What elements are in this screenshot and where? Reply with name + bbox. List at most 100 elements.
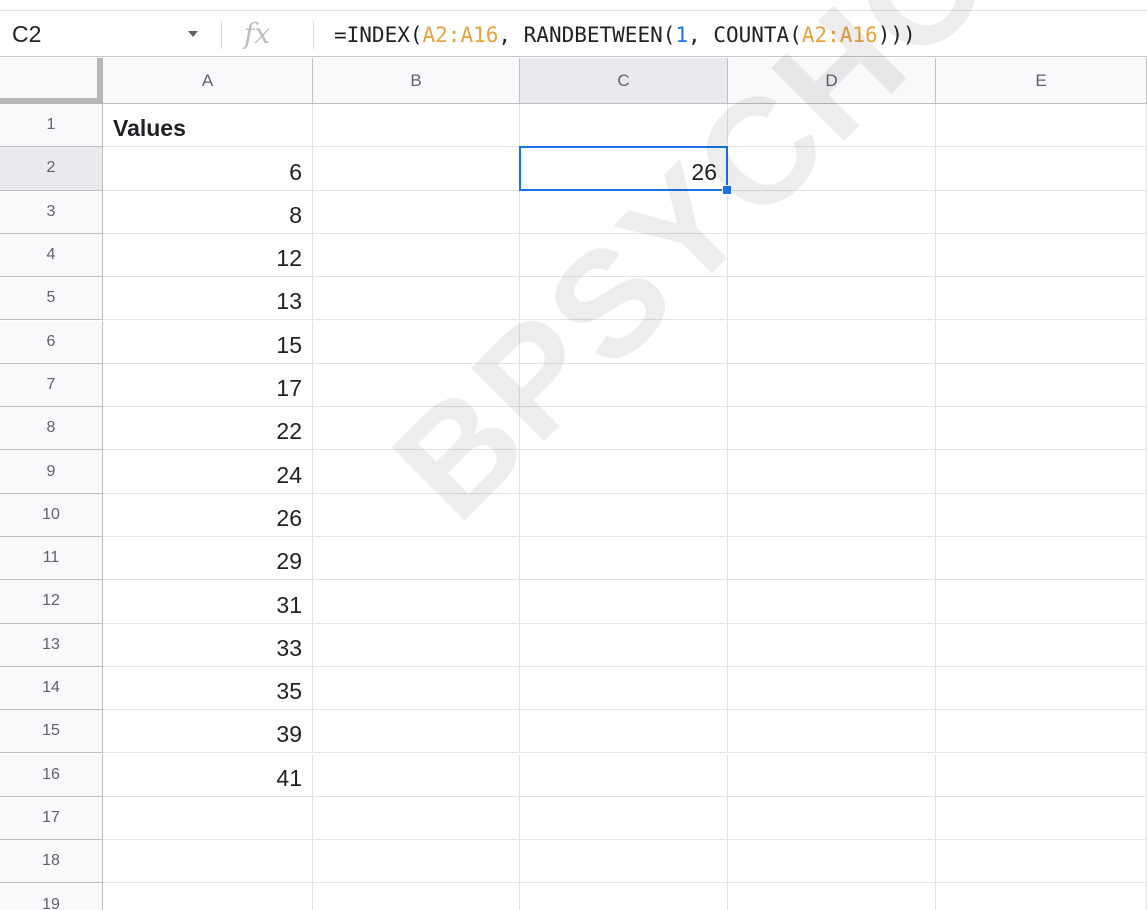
cell-e3[interactable] [936, 190, 1147, 234]
cell-d14[interactable] [728, 666, 936, 711]
cell-d18[interactable] [728, 840, 936, 884]
cell-c9[interactable] [520, 450, 728, 494]
row-header-1[interactable]: 1 [0, 104, 103, 148]
cell-b12[interactable] [313, 580, 520, 624]
row-header-10[interactable]: 10 [0, 493, 103, 537]
cell-b10[interactable] [313, 493, 520, 537]
cell-c18[interactable] [520, 840, 728, 884]
formula-input[interactable]: =INDEX(A2:A16, RANDBETWEEN(1, COUNTA(A2:… [334, 11, 916, 58]
cell-b4[interactable] [313, 233, 520, 278]
cell-a1[interactable]: Values [103, 104, 313, 148]
cell-e9[interactable] [936, 450, 1147, 494]
cell-c4[interactable] [520, 233, 728, 278]
row-header-12[interactable]: 12 [0, 580, 103, 624]
cell-d9[interactable] [728, 450, 936, 494]
fill-handle[interactable] [722, 184, 732, 195]
cell-b16[interactable] [313, 753, 520, 797]
row-header-17[interactable]: 17 [0, 796, 103, 841]
cell-e16[interactable] [936, 753, 1147, 797]
cell-e10[interactable] [936, 493, 1147, 537]
cell-d2[interactable] [728, 147, 936, 191]
cell-a8[interactable]: 22 [103, 407, 313, 451]
cell-a19[interactable] [103, 883, 313, 910]
row-header-4[interactable]: 4 [0, 233, 103, 278]
cell-a11[interactable]: 29 [103, 537, 313, 581]
cell-b13[interactable] [313, 623, 520, 667]
cell-b2[interactable] [313, 147, 520, 191]
cell-e7[interactable] [936, 363, 1147, 408]
cell-e19[interactable] [936, 883, 1147, 910]
cell-d11[interactable] [728, 537, 936, 581]
name-box[interactable]: C2 [12, 11, 192, 58]
cell-a6[interactable]: 15 [103, 320, 313, 364]
cell-b15[interactable] [313, 710, 520, 754]
cell-d12[interactable] [728, 580, 936, 624]
cell-d16[interactable] [728, 753, 936, 797]
cell-a15[interactable]: 39 [103, 710, 313, 754]
cell-d6[interactable] [728, 320, 936, 364]
cell-d13[interactable] [728, 623, 936, 667]
cell-c3[interactable] [520, 190, 728, 234]
cell-e1[interactable] [936, 104, 1147, 148]
chevron-down-icon[interactable] [188, 31, 198, 37]
cell-d8[interactable] [728, 407, 936, 451]
cell-e8[interactable] [936, 407, 1147, 451]
cell-c14[interactable] [520, 666, 728, 711]
cell-d7[interactable] [728, 363, 936, 408]
cell-c5[interactable] [520, 277, 728, 321]
cell-d3[interactable] [728, 190, 936, 234]
row-header-15[interactable]: 15 [0, 710, 103, 754]
cell-d10[interactable] [728, 493, 936, 537]
cell-c8[interactable] [520, 407, 728, 451]
row-header-5[interactable]: 5 [0, 277, 103, 321]
cell-a4[interactable]: 12 [103, 233, 313, 278]
cell-b1[interactable] [313, 104, 520, 148]
cell-e13[interactable] [936, 623, 1147, 667]
cell-a10[interactable]: 26 [103, 493, 313, 537]
cell-e5[interactable] [936, 277, 1147, 321]
cell-a5[interactable]: 13 [103, 277, 313, 321]
cell-c15[interactable] [520, 710, 728, 754]
cell-c2[interactable]: 26 [520, 147, 728, 191]
cell-b6[interactable] [313, 320, 520, 364]
cell-e4[interactable] [936, 233, 1147, 278]
row-header-14[interactable]: 14 [0, 666, 103, 711]
cell-c10[interactable] [520, 493, 728, 537]
row-header-7[interactable]: 7 [0, 363, 103, 408]
cell-e11[interactable] [936, 537, 1147, 581]
cell-e12[interactable] [936, 580, 1147, 624]
column-header-a[interactable]: A [103, 58, 313, 104]
cell-a7[interactable]: 17 [103, 363, 313, 408]
column-header-c[interactable]: C [520, 58, 728, 104]
cell-d5[interactable] [728, 277, 936, 321]
cell-a9[interactable]: 24 [103, 450, 313, 494]
select-all-corner[interactable] [0, 58, 103, 104]
cell-a18[interactable] [103, 840, 313, 884]
cell-b11[interactable] [313, 537, 520, 581]
cell-c19[interactable] [520, 883, 728, 910]
cell-c11[interactable] [520, 537, 728, 581]
column-header-d[interactable]: D [728, 58, 936, 104]
cell-e15[interactable] [936, 710, 1147, 754]
cell-c12[interactable] [520, 580, 728, 624]
row-header-11[interactable]: 11 [0, 537, 103, 581]
column-header-e[interactable]: E [936, 58, 1147, 104]
cell-b8[interactable] [313, 407, 520, 451]
row-header-8[interactable]: 8 [0, 407, 103, 451]
cell-d4[interactable] [728, 233, 936, 278]
cell-d1[interactable] [728, 104, 936, 148]
cell-c16[interactable] [520, 753, 728, 797]
cell-e6[interactable] [936, 320, 1147, 364]
cell-a16[interactable]: 41 [103, 753, 313, 797]
cell-a13[interactable]: 33 [103, 623, 313, 667]
row-header-13[interactable]: 13 [0, 623, 103, 667]
cell-e14[interactable] [936, 666, 1147, 711]
cell-b3[interactable] [313, 190, 520, 234]
cell-a17[interactable] [103, 796, 313, 841]
row-header-6[interactable]: 6 [0, 320, 103, 364]
cell-b18[interactable] [313, 840, 520, 884]
cell-d15[interactable] [728, 710, 936, 754]
cell-a14[interactable]: 35 [103, 666, 313, 711]
cell-b19[interactable] [313, 883, 520, 910]
cell-b9[interactable] [313, 450, 520, 494]
